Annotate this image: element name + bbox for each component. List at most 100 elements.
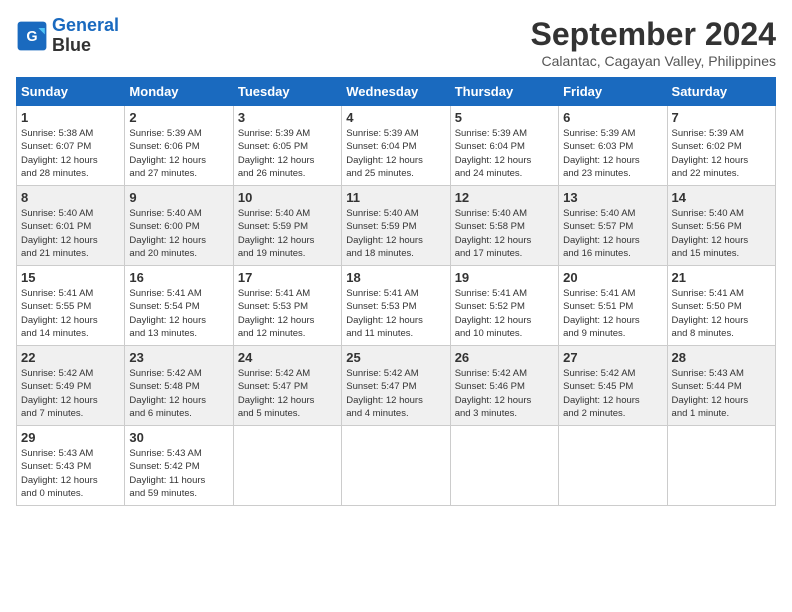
day-info: Sunrise: 5:38 AM Sunset: 6:07 PM Dayligh…	[21, 127, 120, 180]
calendar-cell	[559, 426, 667, 506]
day-number: 30	[129, 430, 228, 445]
calendar-cell: 7 Sunrise: 5:39 AM Sunset: 6:02 PM Daylig…	[667, 106, 775, 186]
day-info: Sunrise: 5:41 AM Sunset: 5:53 PM Dayligh…	[238, 287, 337, 340]
day-info: Sunrise: 5:42 AM Sunset: 5:47 PM Dayligh…	[238, 367, 337, 420]
month-title: September 2024	[531, 16, 776, 53]
calendar-cell: 2 Sunrise: 5:39 AM Sunset: 6:06 PM Daylig…	[125, 106, 233, 186]
day-info: Sunrise: 5:39 AM Sunset: 6:02 PM Dayligh…	[672, 127, 771, 180]
calendar-cell: 29 Sunrise: 5:43 AM Sunset: 5:43 PM Dayli…	[17, 426, 125, 506]
calendar-cell: 14 Sunrise: 5:40 AM Sunset: 5:56 PM Dayli…	[667, 186, 775, 266]
day-number: 9	[129, 190, 228, 205]
calendar-cell: 13 Sunrise: 5:40 AM Sunset: 5:57 PM Dayli…	[559, 186, 667, 266]
calendar-cell	[667, 426, 775, 506]
day-info: Sunrise: 5:42 AM Sunset: 5:48 PM Dayligh…	[129, 367, 228, 420]
day-info: Sunrise: 5:41 AM Sunset: 5:54 PM Dayligh…	[129, 287, 228, 340]
col-header-monday: Monday	[125, 78, 233, 106]
col-header-sunday: Sunday	[17, 78, 125, 106]
col-header-tuesday: Tuesday	[233, 78, 341, 106]
day-info: Sunrise: 5:40 AM Sunset: 6:01 PM Dayligh…	[21, 207, 120, 260]
day-info: Sunrise: 5:43 AM Sunset: 5:42 PM Dayligh…	[129, 447, 228, 500]
calendar-table: SundayMondayTuesdayWednesdayThursdayFrid…	[16, 77, 776, 506]
logo-text: GeneralBlue	[52, 16, 119, 56]
col-header-saturday: Saturday	[667, 78, 775, 106]
day-number: 2	[129, 110, 228, 125]
day-info: Sunrise: 5:39 AM Sunset: 6:06 PM Dayligh…	[129, 127, 228, 180]
calendar-cell: 16 Sunrise: 5:41 AM Sunset: 5:54 PM Dayli…	[125, 266, 233, 346]
day-number: 28	[672, 350, 771, 365]
day-number: 17	[238, 270, 337, 285]
day-number: 12	[455, 190, 554, 205]
location-title: Calantac, Cagayan Valley, Philippines	[531, 53, 776, 69]
day-info: Sunrise: 5:40 AM Sunset: 5:56 PM Dayligh…	[672, 207, 771, 260]
day-number: 13	[563, 190, 662, 205]
calendar-cell	[233, 426, 341, 506]
calendar-cell: 25 Sunrise: 5:42 AM Sunset: 5:47 PM Dayli…	[342, 346, 450, 426]
day-number: 19	[455, 270, 554, 285]
logo: G GeneralBlue	[16, 16, 119, 56]
day-info: Sunrise: 5:42 AM Sunset: 5:49 PM Dayligh…	[21, 367, 120, 420]
page-header: G GeneralBlue September 2024 Calantac, C…	[16, 16, 776, 69]
day-number: 24	[238, 350, 337, 365]
calendar-cell: 22 Sunrise: 5:42 AM Sunset: 5:49 PM Dayli…	[17, 346, 125, 426]
calendar-cell: 19 Sunrise: 5:41 AM Sunset: 5:52 PM Dayli…	[450, 266, 558, 346]
calendar-cell: 8 Sunrise: 5:40 AM Sunset: 6:01 PM Daylig…	[17, 186, 125, 266]
day-number: 26	[455, 350, 554, 365]
day-number: 22	[21, 350, 120, 365]
day-number: 4	[346, 110, 445, 125]
calendar-cell: 1Sunrise: 5:38 AM Sunset: 6:07 PM Daylig…	[17, 106, 125, 186]
calendar-cell: 27Sunrise: 5:42 AM Sunset: 5:45 PM Dayli…	[559, 346, 667, 426]
calendar-cell: 26 Sunrise: 5:42 AM Sunset: 5:46 PM Dayli…	[450, 346, 558, 426]
day-number: 6	[563, 110, 662, 125]
day-number: 14	[672, 190, 771, 205]
day-info: Sunrise: 5:40 AM Sunset: 6:00 PM Dayligh…	[129, 207, 228, 260]
calendar-cell: 21Sunrise: 5:41 AM Sunset: 5:50 PM Dayli…	[667, 266, 775, 346]
day-info: Sunrise: 5:40 AM Sunset: 5:58 PM Dayligh…	[455, 207, 554, 260]
day-number: 27	[563, 350, 662, 365]
day-number: 20	[563, 270, 662, 285]
col-header-thursday: Thursday	[450, 78, 558, 106]
logo-icon: G	[16, 20, 48, 52]
title-area: September 2024 Calantac, Cagayan Valley,…	[531, 16, 776, 69]
calendar-cell: 10 Sunrise: 5:40 AM Sunset: 5:59 PM Dayli…	[233, 186, 341, 266]
day-info: Sunrise: 5:40 AM Sunset: 5:59 PM Dayligh…	[238, 207, 337, 260]
day-number: 16	[129, 270, 228, 285]
day-number: 15	[21, 270, 120, 285]
calendar-cell: 23 Sunrise: 5:42 AM Sunset: 5:48 PM Dayli…	[125, 346, 233, 426]
day-info: Sunrise: 5:39 AM Sunset: 6:04 PM Dayligh…	[346, 127, 445, 180]
day-info: Sunrise: 5:42 AM Sunset: 5:46 PM Dayligh…	[455, 367, 554, 420]
day-number: 7	[672, 110, 771, 125]
calendar-cell: 17 Sunrise: 5:41 AM Sunset: 5:53 PM Dayli…	[233, 266, 341, 346]
day-number: 8	[21, 190, 120, 205]
calendar-cell: 4 Sunrise: 5:39 AM Sunset: 6:04 PM Daylig…	[342, 106, 450, 186]
calendar-cell: 3Sunrise: 5:39 AM Sunset: 6:05 PM Daylig…	[233, 106, 341, 186]
day-number: 11	[346, 190, 445, 205]
calendar-cell: 6 Sunrise: 5:39 AM Sunset: 6:03 PM Daylig…	[559, 106, 667, 186]
day-number: 18	[346, 270, 445, 285]
day-info: Sunrise: 5:43 AM Sunset: 5:43 PM Dayligh…	[21, 447, 120, 500]
day-info: Sunrise: 5:43 AM Sunset: 5:44 PM Dayligh…	[672, 367, 771, 420]
day-info: Sunrise: 5:41 AM Sunset: 5:52 PM Dayligh…	[455, 287, 554, 340]
calendar-cell: 24 Sunrise: 5:42 AM Sunset: 5:47 PM Dayli…	[233, 346, 341, 426]
day-number: 29	[21, 430, 120, 445]
calendar-cell: 15 Sunrise: 5:41 AM Sunset: 5:55 PM Dayli…	[17, 266, 125, 346]
day-info: Sunrise: 5:39 AM Sunset: 6:03 PM Dayligh…	[563, 127, 662, 180]
day-info: Sunrise: 5:40 AM Sunset: 5:57 PM Dayligh…	[563, 207, 662, 260]
day-info: Sunrise: 5:42 AM Sunset: 5:47 PM Dayligh…	[346, 367, 445, 420]
day-number: 3	[238, 110, 337, 125]
day-number: 5	[455, 110, 554, 125]
day-number: 23	[129, 350, 228, 365]
calendar-cell: 28 Sunrise: 5:43 AM Sunset: 5:44 PM Dayli…	[667, 346, 775, 426]
day-number: 10	[238, 190, 337, 205]
calendar-cell: 5 Sunrise: 5:39 AM Sunset: 6:04 PM Daylig…	[450, 106, 558, 186]
day-info: Sunrise: 5:41 AM Sunset: 5:55 PM Dayligh…	[21, 287, 120, 340]
calendar-cell	[342, 426, 450, 506]
calendar-cell: 18 Sunrise: 5:41 AM Sunset: 5:53 PM Dayli…	[342, 266, 450, 346]
calendar-cell: 11Sunrise: 5:40 AM Sunset: 5:59 PM Dayli…	[342, 186, 450, 266]
day-number: 25	[346, 350, 445, 365]
calendar-cell: 20 Sunrise: 5:41 AM Sunset: 5:51 PM Dayli…	[559, 266, 667, 346]
day-info: Sunrise: 5:39 AM Sunset: 6:04 PM Dayligh…	[455, 127, 554, 180]
calendar-cell: 30 Sunrise: 5:43 AM Sunset: 5:42 PM Dayli…	[125, 426, 233, 506]
day-info: Sunrise: 5:41 AM Sunset: 5:53 PM Dayligh…	[346, 287, 445, 340]
calendar-cell	[450, 426, 558, 506]
day-info: Sunrise: 5:41 AM Sunset: 5:51 PM Dayligh…	[563, 287, 662, 340]
